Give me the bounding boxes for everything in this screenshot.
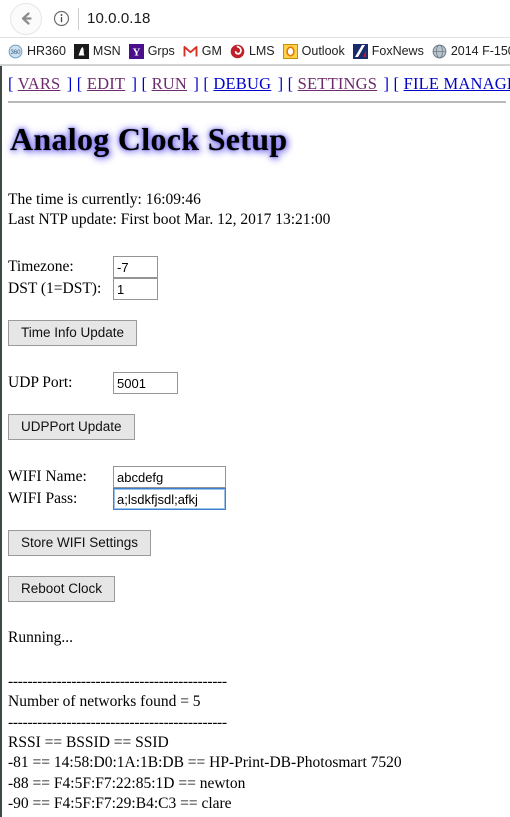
network-scan-block: ----------------------------------------…	[8, 672, 510, 817]
bookmark-lms[interactable]: LMS	[226, 43, 279, 60]
udp-port-row: UDP Port:	[8, 372, 510, 394]
status-text: Running...	[8, 628, 510, 648]
lms-icon	[230, 44, 245, 59]
bracket-open: [	[142, 74, 148, 93]
site-nav: [ VARS ] [ EDIT ] [ RUN ] [ DEBUG ] [ SE…	[8, 66, 510, 94]
nav-link-edit[interactable]: EDIT	[87, 74, 125, 93]
wifi-name-input[interactable]	[113, 466, 226, 488]
dst-label: DST (1=DST):	[8, 280, 113, 298]
timezone-row: Timezone:	[8, 256, 510, 278]
nav-link-run[interactable]: RUN	[152, 74, 187, 93]
msn-icon	[74, 44, 89, 59]
wifi-pass-label: WIFI Pass:	[8, 490, 113, 508]
hr360-icon: 360	[8, 44, 23, 59]
bookmark-outlook[interactable]: Outlook	[279, 43, 349, 60]
nav-link-vars[interactable]: VARS	[18, 74, 61, 93]
browser-toolbar: 10.0.0.18	[0, 0, 510, 38]
bracket-open: [	[394, 74, 400, 93]
udp-port-label: UDP Port:	[8, 374, 113, 392]
outlook-icon	[283, 44, 298, 59]
dst-row: DST (1=DST):	[8, 278, 510, 300]
bookmark-label: Grps	[148, 44, 175, 58]
bracket-close: ]	[67, 74, 73, 93]
network-row: -81 == 14:58:D0:1A:1B:DB == HP-Print-DB-…	[8, 753, 510, 774]
bookmark-label: 2014 F-150	[451, 44, 510, 58]
udp-port-update-button[interactable]: UDPPort Update	[8, 414, 135, 440]
networks-found-line: Number of networks found = 5	[8, 692, 510, 713]
bookmark-label: LMS	[249, 44, 275, 58]
bookmark-label: MSN	[93, 44, 121, 58]
divider-bottom: ----------------------------------------…	[8, 713, 510, 733]
gmail-icon	[183, 44, 198, 59]
network-row: -90 == F4:5F:F7:29:B4:C3 == clare	[8, 794, 510, 815]
bracket-close: ]	[384, 74, 390, 93]
nav-link-settings[interactable]: SETTINGS	[298, 74, 378, 93]
bookmark-hr360[interactable]: 360 HR360	[4, 43, 70, 60]
wifi-pass-input[interactable]	[113, 488, 226, 510]
bookmark-label: GM	[202, 44, 222, 58]
bracket-close: ]	[278, 74, 284, 93]
bracket-open: [	[203, 74, 209, 93]
time-info-block: The time is currently: 16:09:46 Last NTP…	[8, 190, 510, 230]
networks-header: RSSI == BSSID == SSID	[8, 733, 510, 754]
info-icon[interactable]	[48, 6, 74, 32]
bracket-close: ]	[193, 74, 199, 93]
bookmark-msn[interactable]: MSN	[70, 43, 125, 60]
current-time-line: The time is currently: 16:09:46	[8, 190, 510, 210]
udp-settings-form: UDP Port: UDPPort Update	[8, 372, 510, 440]
globe-icon	[432, 44, 447, 59]
reboot-clock-button[interactable]: Reboot Clock	[8, 576, 115, 602]
dst-input[interactable]	[113, 278, 158, 300]
bookmarks-bar: 360 HR360 MSN Y Grps	[0, 38, 510, 65]
yahoo-groups-icon: Y	[129, 44, 144, 59]
bookmark-foxnews[interactable]: FoxNews	[349, 43, 428, 60]
wifi-name-row: WIFI Name:	[8, 466, 510, 488]
bookmark-gm[interactable]: GM	[179, 43, 226, 60]
bracket-open: [	[77, 74, 83, 93]
timezone-label: Timezone:	[8, 258, 113, 276]
reboot-section: Reboot Clock	[8, 556, 510, 602]
foxnews-icon	[353, 44, 368, 59]
ntp-update-line: Last NTP update: First boot Mar. 12, 201…	[8, 210, 510, 230]
wifi-name-label: WIFI Name:	[8, 468, 113, 486]
wifi-settings-form: WIFI Name: WIFI Pass: Store WIFI Setting…	[8, 466, 510, 556]
wifi-pass-row: WIFI Pass:	[8, 488, 510, 510]
svg-text:360: 360	[10, 50, 21, 56]
network-row: -88 == F4:5F:F7:22:85:1D == newton	[8, 774, 510, 795]
nav-link-file-manager[interactable]: FILE MANAGER	[404, 74, 510, 93]
bookmark-2014-f150[interactable]: 2014 F-150	[428, 43, 510, 60]
bookmark-label: FoxNews	[372, 44, 424, 58]
bookmark-grps[interactable]: Y Grps	[125, 43, 179, 60]
store-wifi-settings-button[interactable]: Store WIFI Settings	[8, 530, 151, 556]
url-separator	[78, 8, 79, 30]
bracket-open: [	[288, 74, 294, 93]
time-info-update-button[interactable]: Time Info Update	[8, 320, 137, 346]
bracket-open: [	[8, 74, 14, 93]
page-content: [ VARS ] [ EDIT ] [ RUN ] [ DEBUG ] [ SE…	[0, 66, 510, 817]
time-settings-form: Timezone: DST (1=DST): Time Info Update	[8, 256, 510, 346]
nav-link-debug[interactable]: DEBUG	[213, 74, 271, 93]
bookmark-label: Outlook	[302, 44, 345, 58]
browser-chrome: 10.0.0.18 360 HR360 MSN	[0, 0, 510, 66]
bracket-close: ]	[132, 74, 138, 93]
timezone-input[interactable]	[113, 256, 158, 278]
udp-port-input[interactable]	[113, 372, 178, 394]
bookmark-label: HR360	[27, 44, 66, 58]
url-input[interactable]: 10.0.0.18	[87, 10, 150, 27]
back-arrow-icon[interactable]	[10, 3, 42, 35]
svg-text:Y: Y	[132, 46, 140, 58]
divider-top: ----------------------------------------…	[8, 672, 510, 692]
nav-divider	[8, 101, 506, 103]
page-title: Analog Clock Setup	[10, 121, 510, 158]
